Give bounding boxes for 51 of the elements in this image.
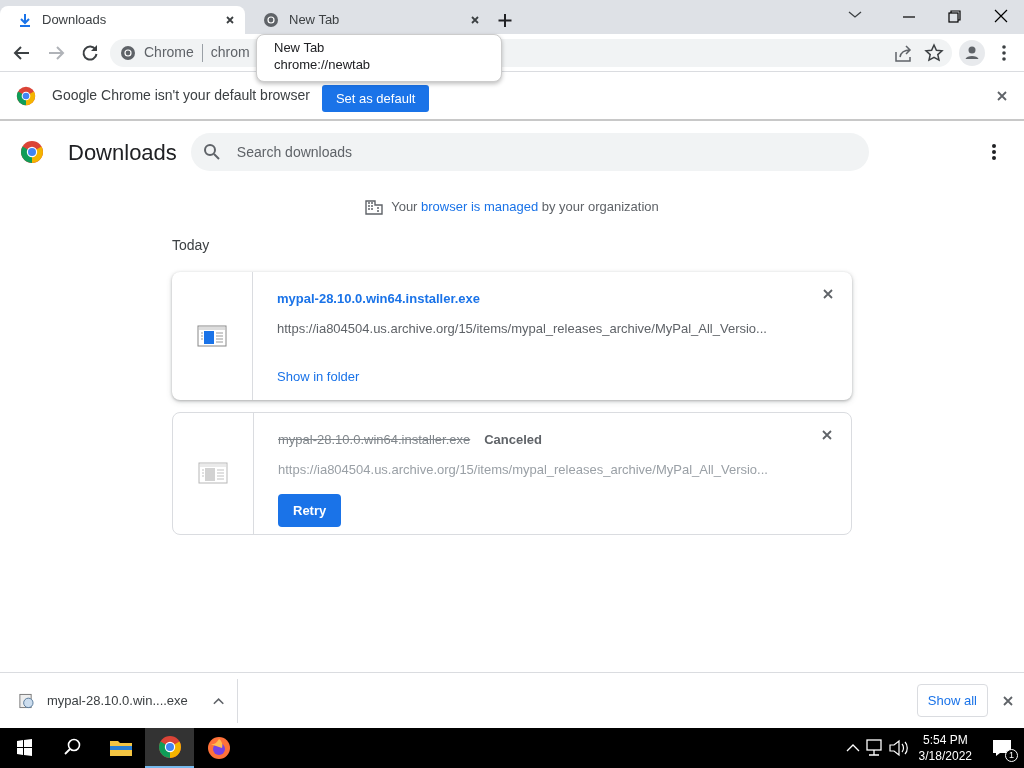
clock-date: 3/18/2022 xyxy=(918,748,972,765)
file-icon xyxy=(197,323,227,348)
chevron-up-icon[interactable] xyxy=(211,695,225,706)
search-field[interactable]: Search downloads xyxy=(190,133,869,171)
file-icon xyxy=(198,461,228,485)
close-shelf-icon[interactable] xyxy=(1002,694,1014,707)
url-text: chrom xyxy=(210,43,250,62)
clock-time: 5:54 PM xyxy=(921,731,969,748)
set-default-button[interactable]: Set as default xyxy=(321,84,430,113)
chrome-logo xyxy=(20,140,44,164)
browser-tab[interactable]: New Tab xyxy=(245,6,490,34)
close-tab-icon[interactable] xyxy=(470,15,480,25)
download-url: https://ia804504.us.archive.org/15/items/mypal_releases_archive/MyPal_All_Versio... xyxy=(277,320,768,338)
search-input[interactable]: Search downloads xyxy=(234,140,857,164)
chrome-logo xyxy=(16,85,36,106)
installer-icon xyxy=(18,691,35,710)
browser-tab[interactable]: Downloads xyxy=(0,6,245,34)
folder-icon xyxy=(108,738,133,758)
star-icon[interactable] xyxy=(924,42,944,63)
managed-notice: Your browser is managed by your organization xyxy=(391,198,659,216)
file-name-link[interactable]: mypal-28.10.0.win64.installer.exe xyxy=(277,288,481,308)
download-url: https://ia804504.us.archive.org/15/items/mypal_releases_archive/MyPal_All_Versio... xyxy=(278,461,769,479)
search-icon xyxy=(202,143,221,161)
download-status: Canceled xyxy=(484,430,543,449)
infobar-message: Google Chrome isn't your default browser xyxy=(52,86,310,105)
taskbar-app[interactable] xyxy=(145,728,194,768)
chrome-logo xyxy=(157,735,182,759)
managed-link[interactable]: browser is managed xyxy=(421,199,539,214)
section-heading: Today xyxy=(172,235,211,255)
chrome-icon xyxy=(263,12,279,28)
profile-icon[interactable] xyxy=(958,38,986,67)
show-all-button[interactable]: Show all xyxy=(916,683,988,718)
retry-button[interactable]: Retry xyxy=(278,493,342,527)
close-icon[interactable] xyxy=(996,89,1008,102)
remove-icon[interactable] xyxy=(821,428,833,441)
notification-icon xyxy=(992,739,1012,757)
firefox-icon xyxy=(206,736,231,760)
page-title: Downloads xyxy=(68,138,177,167)
notification-count: 1 xyxy=(1005,749,1018,762)
building-icon xyxy=(365,198,384,215)
remove-icon[interactable] xyxy=(822,287,834,300)
show-in-folder-link[interactable]: Show in folder xyxy=(277,366,360,386)
tooltip-title: New Tab xyxy=(274,40,326,57)
file-name: mypal-28.10.0.win64.installer.exe xyxy=(278,430,471,449)
site-label: Chrome xyxy=(144,43,194,62)
shelf-file-name[interactable]: mypal-28.10.0.win....exe xyxy=(46,690,188,711)
notification-button[interactable]: 1 xyxy=(980,728,1024,768)
chrome-icon xyxy=(120,44,136,61)
taskbar-clock[interactable]: 5:54 PM 3/18/2022 xyxy=(910,731,980,765)
download-icon xyxy=(18,13,32,27)
close-tab-icon[interactable] xyxy=(225,15,235,25)
